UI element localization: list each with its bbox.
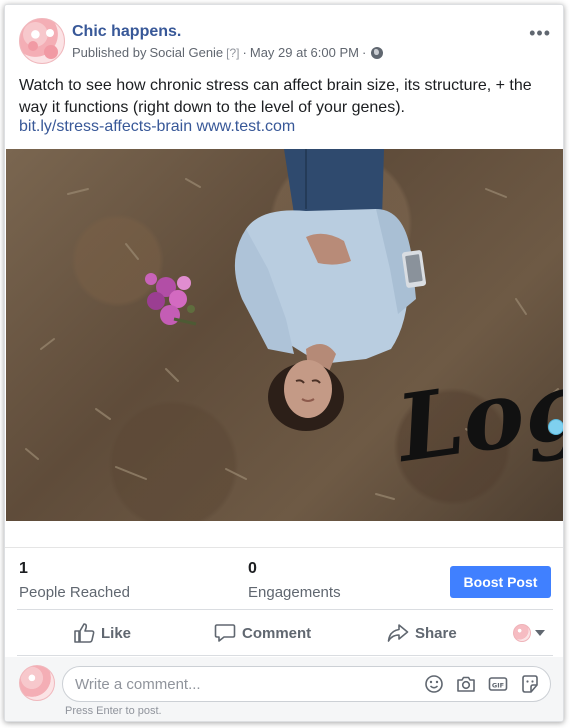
comment-composer: GIF Press Enter to post. <box>5 657 563 721</box>
commenter-avatar <box>19 665 55 701</box>
resize-handle[interactable] <box>548 419 563 435</box>
post-timestamp[interactable]: May 29 at 6:00 PM <box>250 45 359 60</box>
comment-bubble-icon <box>214 624 236 642</box>
woman-lying-on-grass-photo: Logo <box>25 149 564 500</box>
comment-box[interactable]: GIF <box>62 666 551 702</box>
page-name-link[interactable]: Chic happens. <box>72 23 181 41</box>
boost-post-button[interactable]: Boost Post <box>450 566 551 598</box>
comment-button[interactable]: Comment <box>214 610 311 656</box>
share-arrow-icon <box>387 624 409 642</box>
engagements-value: 0 <box>248 560 257 577</box>
more-horizontal-icon[interactable]: ••• <box>529 23 551 44</box>
globe-icon[interactable] <box>371 46 384 59</box>
logo-watermark: Logo <box>388 341 564 483</box>
svg-text:GIF: GIF <box>492 681 504 689</box>
page-mini-avatar <box>513 624 531 642</box>
comment-input[interactable] <box>75 667 415 701</box>
post-text: Watch to see how chronic stress can affe… <box>19 77 532 116</box>
thumbs-up-icon <box>74 623 95 643</box>
date-separator: · <box>242 45 247 60</box>
react-as-selector[interactable] <box>513 610 545 656</box>
camera-icon[interactable] <box>456 674 476 694</box>
engagements-stat[interactable]: 0 Engagements <box>248 560 341 601</box>
emoji-icon[interactable] <box>424 674 444 694</box>
stress-link[interactable]: bit.ly/stress-affects-brain <box>19 118 192 135</box>
people-reached-label: People Reached <box>19 584 130 601</box>
publisher-help-tag[interactable]: [?] <box>226 46 239 60</box>
comment-label: Comment <box>242 624 312 642</box>
published-by-label: Published by <box>72 45 147 60</box>
post-links: bit.ly/stress-affects-brain www.test.com <box>19 118 295 136</box>
like-label: Like <box>101 624 132 642</box>
audience-separator: · <box>361 45 367 60</box>
publisher-link[interactable]: Social Genie <box>149 45 223 60</box>
engagements-label: Engagements <box>248 584 341 601</box>
post-meta: Published by Social Genie [?] · May 29 a… <box>72 45 384 60</box>
sticker-icon[interactable] <box>520 674 540 694</box>
post-actions: Like Comment Share <box>17 609 553 656</box>
share-label: Share <box>415 624 457 642</box>
page-avatar[interactable] <box>19 18 65 64</box>
comment-tools: GIF <box>424 674 540 694</box>
share-button[interactable]: Share <box>387 610 457 656</box>
post-card: Chic happens. Published by Social Genie … <box>4 4 564 722</box>
gif-icon[interactable]: GIF <box>488 674 508 694</box>
press-enter-hint: Press Enter to post. <box>65 705 162 717</box>
test-link[interactable]: www.test.com <box>197 118 296 135</box>
people-reached-value: 1 <box>19 560 28 577</box>
people-reached-stat[interactable]: 1 People Reached <box>19 560 130 601</box>
post-header: Chic happens. Published by Social Genie … <box>5 5 563 67</box>
post-image[interactable]: Logo <box>6 149 564 521</box>
like-button[interactable]: Like <box>73 610 131 656</box>
post-insights: 1 People Reached 0 Engagements Boost Pos… <box>5 547 563 609</box>
chevron-down-icon <box>535 630 545 636</box>
